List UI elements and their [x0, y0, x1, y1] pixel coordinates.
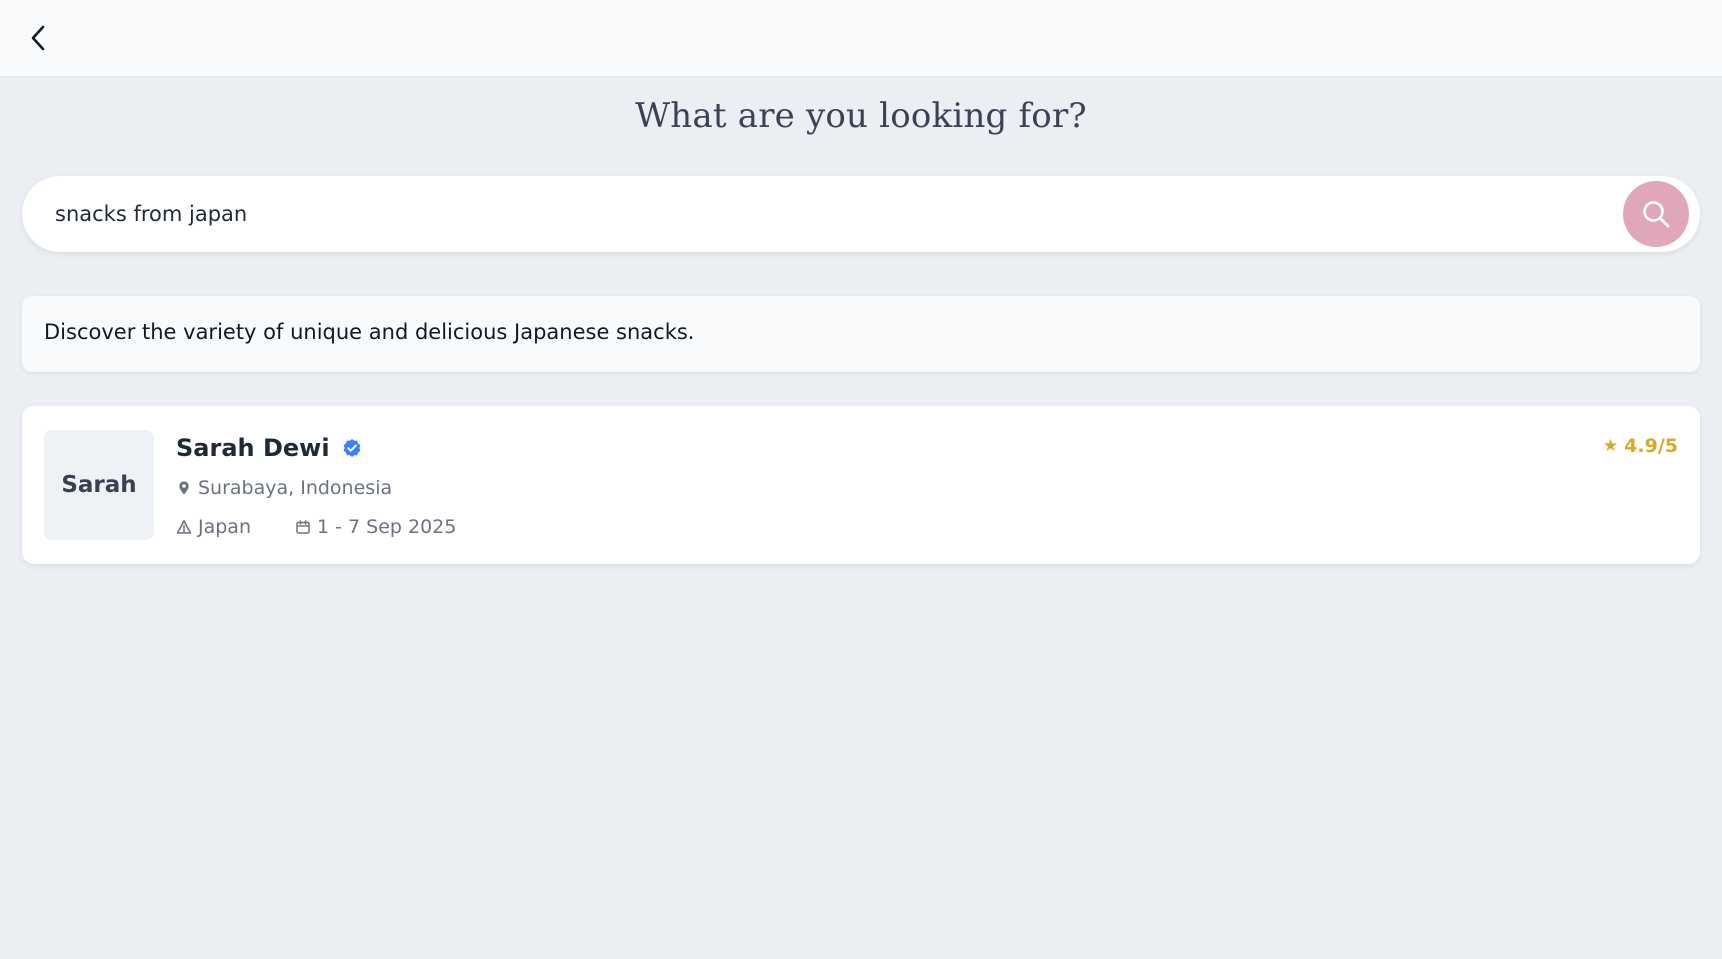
top-bar	[0, 0, 1722, 77]
chevron-left-icon	[31, 25, 45, 51]
search-summary-card: Discover the variety of unique and delic…	[22, 296, 1700, 372]
calendar-icon	[295, 519, 311, 535]
location-text: Surabaya, Indonesia	[198, 477, 393, 499]
avatar: Sarah	[44, 430, 154, 540]
search-bar	[22, 176, 1700, 252]
dates-text: 1 - 7 Sep 2025	[317, 516, 457, 538]
traveler-name-row: Sarah Dewi	[176, 431, 362, 465]
star-icon: ★	[1602, 436, 1619, 456]
rating-value: 4.9/5	[1624, 435, 1678, 457]
traveler-result-card[interactable]: Sarah Sarah Dewi ★ 4.9/5 Surabaya, Indon…	[22, 406, 1700, 564]
triangle-icon	[176, 519, 192, 535]
search-icon	[1643, 201, 1670, 228]
trip-dates: 1 - 7 Sep 2025	[295, 516, 456, 538]
traveler-name: Sarah Dewi	[176, 434, 330, 462]
back-button[interactable]	[22, 20, 54, 56]
search-summary-text: Discover the variety of unique and delic…	[44, 320, 695, 344]
search-input[interactable]	[55, 194, 1605, 234]
page-title: What are you looking for?	[635, 96, 1087, 136]
rating: ★ 4.9/5	[1603, 435, 1678, 457]
destination-text: Japan	[198, 516, 251, 538]
trip-details: Japan 1 - 7 Sep 2025	[176, 516, 456, 538]
search-button[interactable]	[1623, 181, 1689, 247]
verified-badge-icon	[342, 438, 362, 458]
map-pin-icon	[176, 480, 192, 496]
traveler-location: Surabaya, Indonesia	[176, 477, 392, 499]
destination: Japan	[176, 516, 251, 538]
